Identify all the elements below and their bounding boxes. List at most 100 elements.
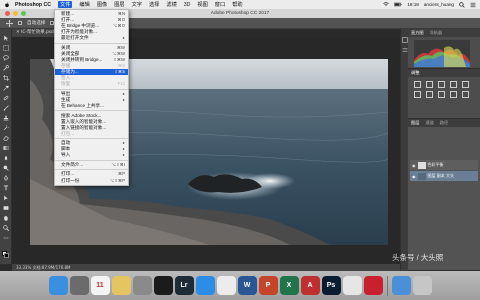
history-brush-tool-icon[interactable]: [3, 125, 9, 131]
move-tool-icon[interactable]: [6, 19, 13, 27]
file-menu-item[interactable]: 最近打开文件 ▸: [55, 35, 128, 41]
menu-type[interactable]: 文字: [132, 1, 142, 8]
file-menu-item[interactable]: 打印一份 ⌥⇧⌘P: [55, 178, 128, 184]
menu-filter[interactable]: 滤镜: [166, 1, 176, 8]
layer-name[interactable]: 图层 副本 大头: [428, 173, 455, 179]
path-select-tool-icon[interactable]: [3, 195, 9, 201]
qq-icon[interactable]: [153, 276, 173, 295]
eraser-tool-icon[interactable]: [3, 135, 9, 141]
zoom-tool-icon[interactable]: [3, 225, 9, 231]
exposure-adjust-icon[interactable]: [450, 81, 457, 88]
menu-help[interactable]: 帮助: [232, 1, 242, 8]
list-icon[interactable]: [470, 2, 476, 8]
layer-name[interactable]: 色彩平衡: [428, 162, 444, 168]
word-icon[interactable]: W: [237, 276, 257, 295]
quick-select-tool-icon[interactable]: [3, 65, 9, 71]
menu-edit[interactable]: 编辑: [79, 1, 89, 8]
menu-window[interactable]: 窗口: [215, 1, 225, 8]
auto-select-checkbox[interactable]: [18, 21, 22, 25]
ppt-icon[interactable]: P: [258, 276, 278, 295]
preferences-icon[interactable]: [132, 276, 152, 295]
menu-layer[interactable]: 图层: [114, 1, 124, 8]
window-controls: [5, 11, 26, 16]
excel-icon[interactable]: X: [279, 276, 299, 295]
layer-row[interactable]: ◉ 色彩平衡: [410, 160, 478, 170]
menu-image[interactable]: 图像: [97, 1, 107, 8]
panel-icon-strip: [400, 29, 408, 271]
eye-icon[interactable]: ◉: [412, 163, 416, 168]
healing-brush-tool-icon[interactable]: [3, 95, 9, 101]
trash-icon[interactable]: [412, 276, 432, 295]
blur-tool-icon[interactable]: [3, 155, 9, 161]
netease-icon[interactable]: [363, 276, 383, 295]
more-tools-icon[interactable]: [3, 235, 9, 241]
bw-adjust-icon[interactable]: [438, 91, 445, 98]
pen-tool-icon[interactable]: [3, 175, 9, 181]
notes-icon[interactable]: [111, 276, 131, 295]
menu-separator: [55, 159, 128, 161]
lightroom-icon[interactable]: Lr: [174, 276, 194, 295]
user-name[interactable]: ancient_huang: [424, 2, 454, 7]
curves-adjust-icon[interactable]: [438, 81, 445, 88]
adjustments-title[interactable]: 调整: [411, 69, 419, 77]
file-menu-item[interactable]: 导入 ▸: [55, 152, 128, 158]
menu-app-name[interactable]: Photoshop CC: [15, 2, 51, 8]
apple-icon[interactable]: [4, 2, 10, 8]
crop-tool-icon[interactable]: [3, 75, 9, 81]
lasso-tool-icon[interactable]: [3, 55, 9, 61]
hand-tool-icon[interactable]: [3, 215, 9, 221]
battery-icon[interactable]: [394, 2, 402, 7]
dock: 11 Lr W P X A Ps: [0, 271, 480, 300]
hue-adjust-icon[interactable]: [414, 91, 421, 98]
photo-filter-adjust-icon[interactable]: [450, 91, 457, 98]
mail-icon[interactable]: [342, 276, 362, 295]
layer-row-selected[interactable]: ◉ 图层 副本 大头: [410, 171, 478, 181]
wifi-icon[interactable]: [383, 2, 390, 7]
tab-histogram[interactable]: 直方图: [411, 29, 424, 37]
finder-icon[interactable]: [48, 276, 68, 295]
background-color-swatch[interactable]: [4, 253, 9, 258]
levels-adjust-icon[interactable]: [426, 81, 433, 88]
menu-view[interactable]: 视图: [197, 1, 207, 8]
close-icon[interactable]: [5, 11, 10, 16]
clock[interactable]: 18:18: [407, 2, 419, 7]
menu-separator: [55, 88, 128, 90]
eye-icon[interactable]: ◉: [412, 174, 416, 179]
brush-tool-icon[interactable]: [3, 105, 9, 111]
brightness-adjust-icon[interactable]: [414, 81, 421, 88]
zoom-level[interactable]: 33.33%: [16, 265, 31, 270]
tab-navigator[interactable]: 导航器: [430, 29, 443, 37]
move-tool-icon[interactable]: [3, 35, 9, 41]
menu-file[interactable]: 文件: [58, 1, 73, 8]
menu-3d[interactable]: 3D: [184, 2, 191, 8]
gradient-tool-icon[interactable]: [3, 145, 9, 151]
file-menu-item[interactable]: 在 Behance 上共享...: [55, 103, 128, 109]
tab-paths[interactable]: 路径: [440, 119, 448, 127]
autocad-icon[interactable]: A: [300, 276, 320, 295]
minimize-icon[interactable]: [13, 11, 18, 16]
eyedropper-tool-icon[interactable]: [3, 85, 9, 91]
zoom-icon[interactable]: [21, 11, 26, 16]
doc-size[interactable]: 文档:87.9M/176.8M: [33, 265, 71, 270]
marquee-tool-icon[interactable]: [3, 45, 9, 51]
type-tool-icon[interactable]: [3, 185, 9, 191]
color-balance-adjust-icon[interactable]: [426, 91, 433, 98]
rectangle-tool-icon[interactable]: [3, 205, 9, 211]
search-icon[interactable]: [459, 1, 465, 8]
photoshop-icon[interactable]: Ps: [321, 276, 341, 295]
menu-item-shortcut: ▸: [122, 152, 125, 158]
tab-layers[interactable]: 图层: [411, 119, 419, 127]
dodge-tool-icon[interactable]: [3, 165, 9, 171]
chrome-icon[interactable]: [216, 276, 236, 295]
vibrance-adjust-icon[interactable]: [462, 81, 469, 88]
menu-select[interactable]: 选择: [149, 1, 159, 8]
stamp-tool-icon[interactable]: [3, 115, 9, 121]
tab-channels[interactable]: 通道: [425, 119, 433, 127]
channel-mixer-adjust-icon[interactable]: [462, 91, 469, 98]
appstore-icon[interactable]: [195, 276, 215, 295]
launchpad-icon[interactable]: [69, 276, 89, 295]
file-menu-item[interactable]: 文件简介... ⌥⇧⌘I: [55, 162, 128, 168]
calendar-icon[interactable]: 11: [90, 276, 110, 295]
downloads-icon[interactable]: [391, 276, 411, 295]
histogram-graph: [414, 40, 470, 67]
